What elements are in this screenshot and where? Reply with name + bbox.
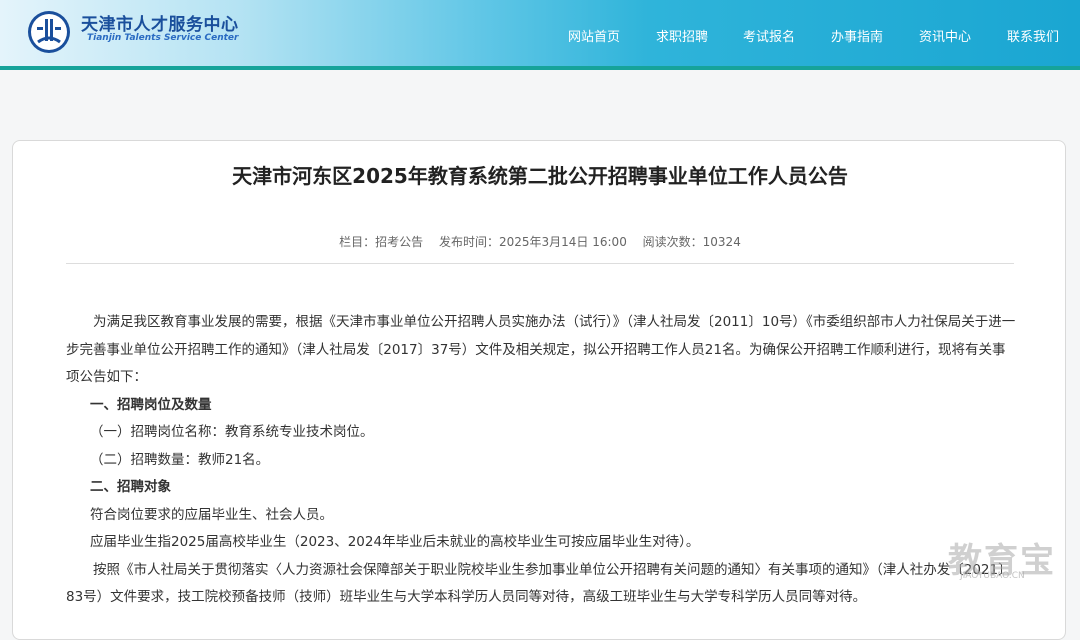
article-view-count: 阅读次数：10324 <box>642 235 741 249</box>
paragraph-intro: 为满足我区教育事业发展的需要，根据《天津市事业单位公开招聘人员实施办法（试行）》… <box>66 314 1016 385</box>
nav-item-news[interactable]: 资讯中心 <box>919 26 971 45</box>
article-column: 栏目：招考公告 <box>339 235 424 249</box>
paragraph-position-name: （一）招聘岗位名称：教育系统专业技术岗位。 <box>90 424 374 440</box>
section-heading-targets: 二、招聘对象 <box>90 479 171 495</box>
meta-divider <box>66 263 1014 264</box>
article-meta: 栏目：招考公告 发布时间：2025年3月14日 16:00 阅读次数：10324 <box>0 233 1080 250</box>
paragraph-targets: 符合岗位要求的应届毕业生、社会人员。 <box>90 506 333 523</box>
nav-item-service-guide[interactable]: 办事指南 <box>831 26 883 45</box>
paragraph-technical-schools: 按照《市人社局关于贯彻落实〈人力资源社会保障部关于职业院校毕业生参加事业单位公开… <box>66 561 1012 606</box>
nav-item-contact[interactable]: 联系我们 <box>1007 26 1059 45</box>
nav-item-exam-registration[interactable]: 考试报名 <box>743 26 795 45</box>
nav-item-jobs[interactable]: 求职招聘 <box>656 26 708 45</box>
article-title: 天津市河东区2025年教育系统第二批公开招聘事业单位工作人员公告 <box>232 164 848 188</box>
section-heading-positions: 一、招聘岗位及数量 <box>90 396 212 413</box>
site-header: 天津市人才服务中心 Tianjin Talents Service Center… <box>0 0 1080 66</box>
paragraph-position-count: （二）招聘数量：教师21名。 <box>90 451 270 468</box>
main-nav: 网站首页 求职招聘 考试报名 办事指南 资讯中心 联系我们 <box>0 0 1080 66</box>
nav-item-home[interactable]: 网站首页 <box>568 26 620 45</box>
article-publish-time: 发布时间：2025年3月14日 16:00 <box>438 235 627 249</box>
header-accent-bar <box>0 66 1080 70</box>
article-body: 为满足我区教育事业发展的需要，根据《天津市事业单位公开招聘人员实施办法（试行）》… <box>66 309 1016 612</box>
watermark-url: JIAOYUBAO.CN <box>960 571 1025 581</box>
paragraph-graduates: 应届毕业生指2025届高校毕业生（2023、2024年毕业后未就业的高校毕业生可… <box>90 534 700 550</box>
